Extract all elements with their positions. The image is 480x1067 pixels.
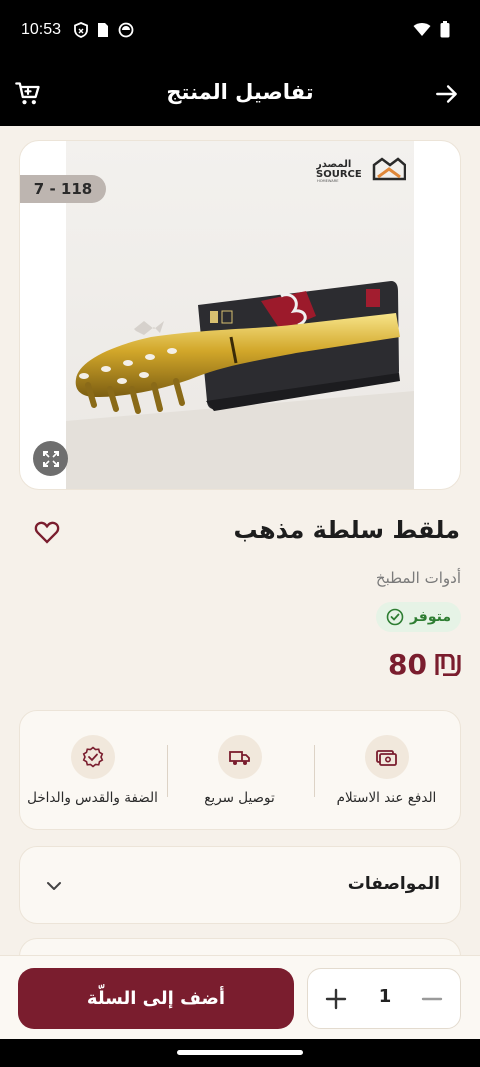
check-circle-icon [386, 608, 404, 626]
feature-label: توصيل سريع [204, 790, 275, 806]
app-notification-icon [118, 22, 134, 42]
quantity-decrease-button[interactable] [418, 985, 446, 1013]
favorite-button[interactable] [33, 518, 61, 546]
feature-cash-on-delivery: الدفع عند الاستلام [313, 711, 460, 831]
brand-logo: المصدر SOURCE HOMEWARE [315, 157, 407, 183]
quantity-value: 1 [378, 986, 392, 1007]
bottom-action-bar: أضف إلى السلّة 1 [0, 955, 480, 1039]
status-icons-left [74, 22, 134, 42]
specs-accordion[interactable]: المواصفات [19, 846, 461, 924]
page-title: تفاصيل المنتج [166, 80, 314, 104]
status-bar: 10:53 [0, 0, 480, 62]
add-to-cart-button[interactable]: أضف إلى السلّة [18, 968, 294, 1029]
system-nav-bar [0, 1039, 480, 1067]
expand-icon [42, 450, 59, 467]
stock-status-label: متوفر [409, 609, 451, 625]
product-code-badge: 7 - 118 [20, 175, 106, 203]
home-indicator[interactable] [177, 1050, 303, 1055]
feature-divider [167, 745, 168, 797]
feature-fast-delivery: توصيل سريع [166, 711, 313, 831]
verified-badge-icon [70, 735, 115, 779]
app-header: تفاصيل المنتج [0, 62, 480, 126]
status-icons-right [413, 21, 450, 42]
plus-icon [325, 988, 347, 1010]
truck-icon [217, 735, 262, 779]
product-category[interactable]: أدوات المطبخ [376, 569, 461, 587]
heart-icon [34, 521, 60, 544]
chevron-down-icon [47, 882, 61, 890]
price-value: 80 [388, 648, 427, 681]
product-image[interactable]: المصدر SOURCE HOMEWARE [66, 141, 414, 489]
minus-icon [421, 997, 443, 1001]
feature-divider [314, 745, 315, 797]
product-illustration [66, 281, 414, 489]
feature-label: الدفع عند الاستلام [336, 790, 437, 806]
shekel-icon [435, 653, 461, 676]
features-card: الدفع عند الاستلام توصيل سريع الضفة والق… [19, 710, 461, 830]
arrow-right-icon [436, 85, 457, 103]
feature-label: الضفة والقدس والداخل [27, 790, 158, 806]
shield-icon [74, 22, 88, 42]
svg-text:HOMEWARE: HOMEWARE [317, 179, 339, 183]
quantity-increase-button[interactable] [322, 985, 350, 1013]
stock-status-badge: متوفر [375, 602, 461, 632]
sim-card-icon [97, 22, 109, 42]
status-time: 10:53 [21, 21, 62, 38]
wifi-icon [413, 22, 431, 41]
cash-icon [364, 735, 409, 779]
specs-title: المواصفات [347, 874, 440, 894]
product-price: 80 [388, 648, 461, 681]
battery-icon [440, 21, 450, 42]
back-button[interactable] [434, 81, 460, 107]
product-title: ملقط سلطة مذهب [233, 516, 460, 544]
quantity-stepper: 1 [307, 968, 461, 1029]
feature-coverage-area: الضفة والقدس والداخل [19, 711, 166, 831]
product-image-card: المصدر SOURCE HOMEWARE 7 - 118 [19, 140, 461, 490]
fullscreen-button[interactable] [33, 441, 68, 476]
